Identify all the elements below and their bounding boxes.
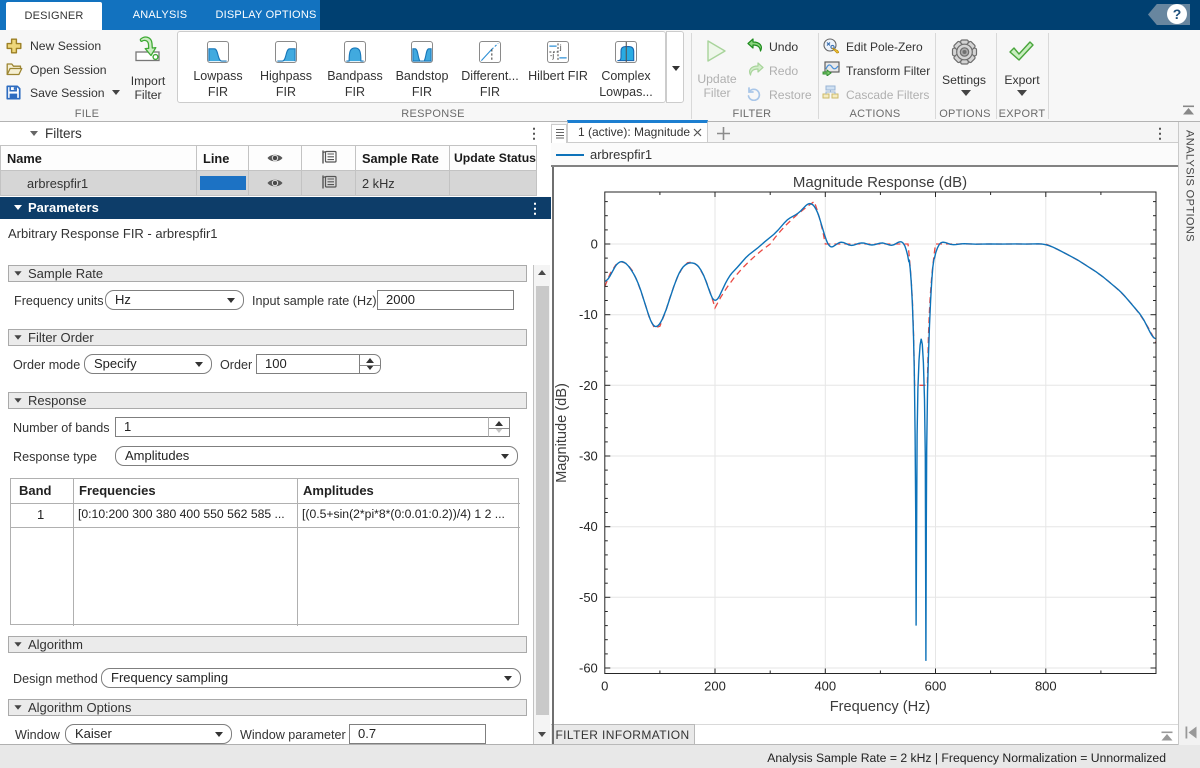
svg-text:j: j: [559, 42, 562, 51]
svg-text:-40: -40: [579, 519, 598, 534]
svg-text:Frequency (Hz): Frequency (Hz): [830, 699, 931, 715]
svg-text:-j: -j: [550, 51, 555, 60]
svg-text:Magnitude Response (dB): Magnitude Response (dB): [793, 174, 967, 191]
svg-text:-20: -20: [579, 378, 598, 393]
svg-text:0: 0: [601, 679, 608, 694]
svg-text:0: 0: [591, 237, 598, 252]
svg-text:-60: -60: [579, 661, 598, 676]
svg-text:800: 800: [1035, 679, 1057, 694]
svg-text:400: 400: [814, 679, 836, 694]
svg-text:-50: -50: [579, 590, 598, 605]
svg-text:600: 600: [925, 679, 947, 694]
svg-text:200: 200: [704, 679, 726, 694]
svg-text:-30: -30: [579, 449, 598, 464]
svg-text:Magnitude (dB): Magnitude (dB): [554, 383, 570, 483]
svg-text:-10: -10: [579, 307, 598, 322]
